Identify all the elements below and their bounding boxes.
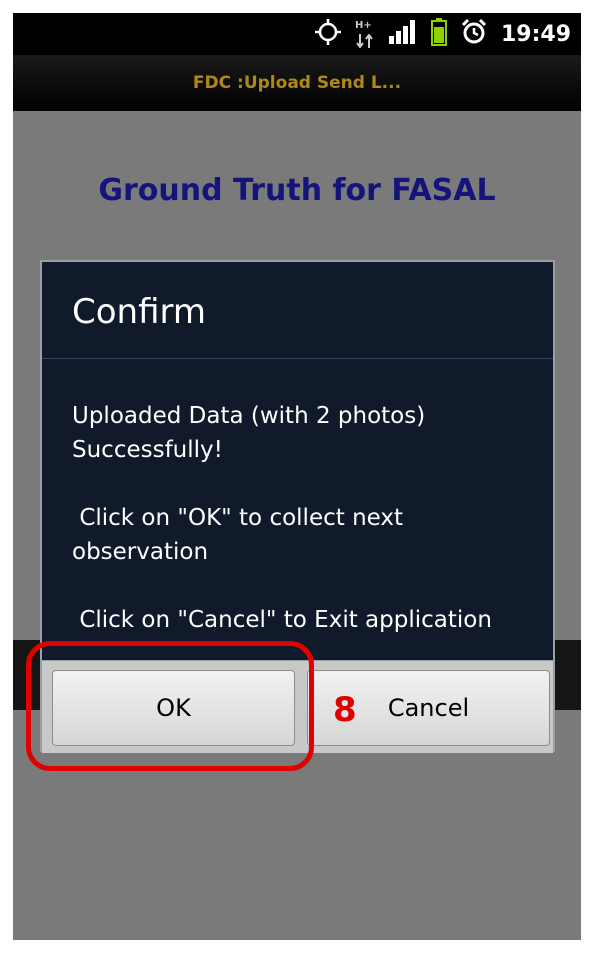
gps-icon	[314, 19, 341, 49]
signal-icon	[388, 20, 417, 48]
cancel-button-label: Cancel	[387, 694, 470, 722]
data-transfer-icon: H+	[355, 20, 375, 48]
network-type-label: H+	[354, 20, 372, 31]
dialog-title: Confirm	[72, 292, 207, 332]
status-icons: H+ 19:49	[314, 18, 571, 50]
ok-button-highlight-annotation	[26, 641, 314, 771]
dialog-divider	[42, 358, 553, 359]
alarm-icon	[461, 18, 487, 49]
dialog-message: Uploaded Data (with 2 photos) Successful…	[72, 403, 492, 633]
battery-icon	[430, 18, 447, 50]
app-title: FDC :Upload Send L...	[192, 73, 402, 93]
status-clock: 19:49	[500, 21, 571, 47]
app-heading: Ground Truth for FASAL	[98, 173, 496, 208]
phone-screen: H+ 19:49 FDC :Upload Send L... Ground Tr…	[13, 13, 581, 940]
app-title-bar: FDC :Upload Send L...	[13, 55, 581, 111]
step-number-annotation: 8	[333, 690, 357, 730]
status-bar: H+ 19:49	[13, 13, 581, 55]
